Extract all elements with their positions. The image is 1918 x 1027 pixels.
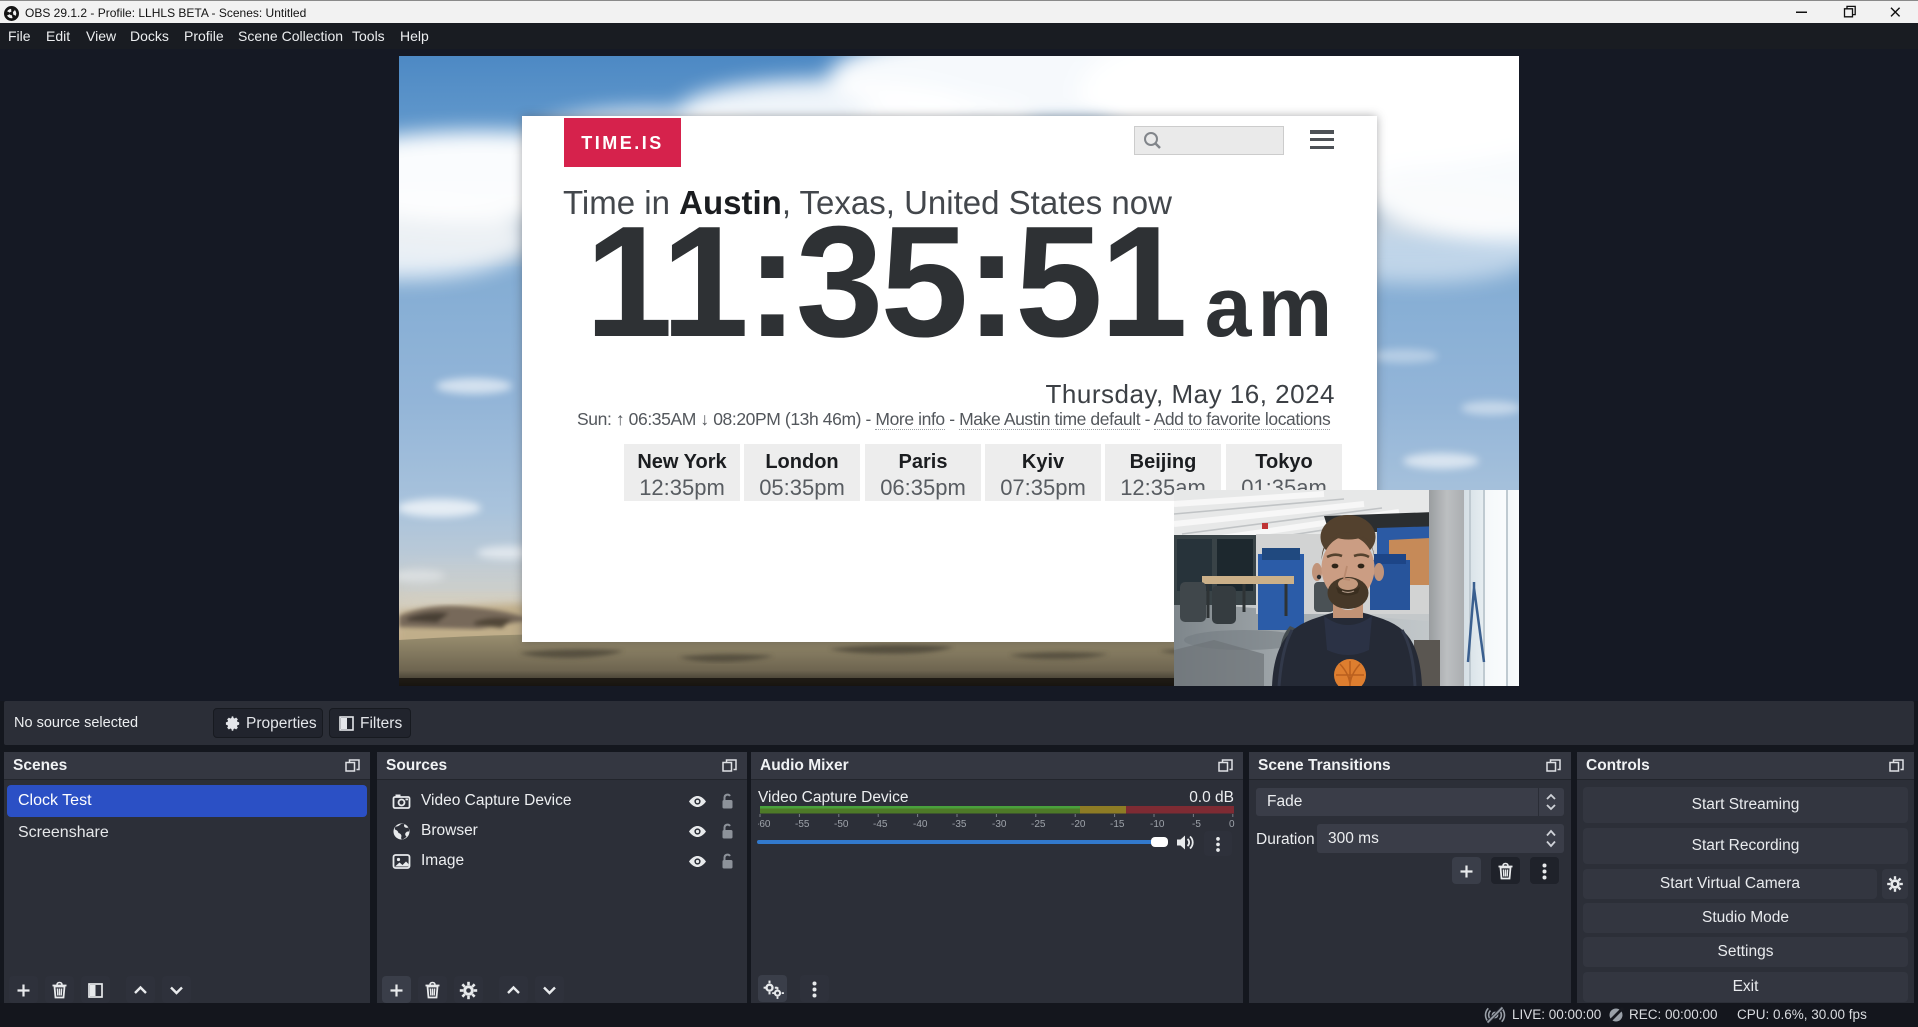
svg-text:-25: -25 [1031,819,1046,830]
svg-text:-50: -50 [834,819,849,830]
svg-text:-15: -15 [1110,819,1125,830]
svg-text:-40: -40 [913,819,928,830]
svg-text:-10: -10 [1150,819,1165,830]
svg-text:-60: -60 [758,819,771,830]
svg-text:0: 0 [1229,819,1235,830]
svg-text:-20: -20 [1071,819,1086,830]
svg-text:-55: -55 [795,819,810,830]
svg-text:-35: -35 [952,819,967,830]
svg-text:-45: -45 [873,819,888,830]
svg-text:-30: -30 [992,819,1007,830]
